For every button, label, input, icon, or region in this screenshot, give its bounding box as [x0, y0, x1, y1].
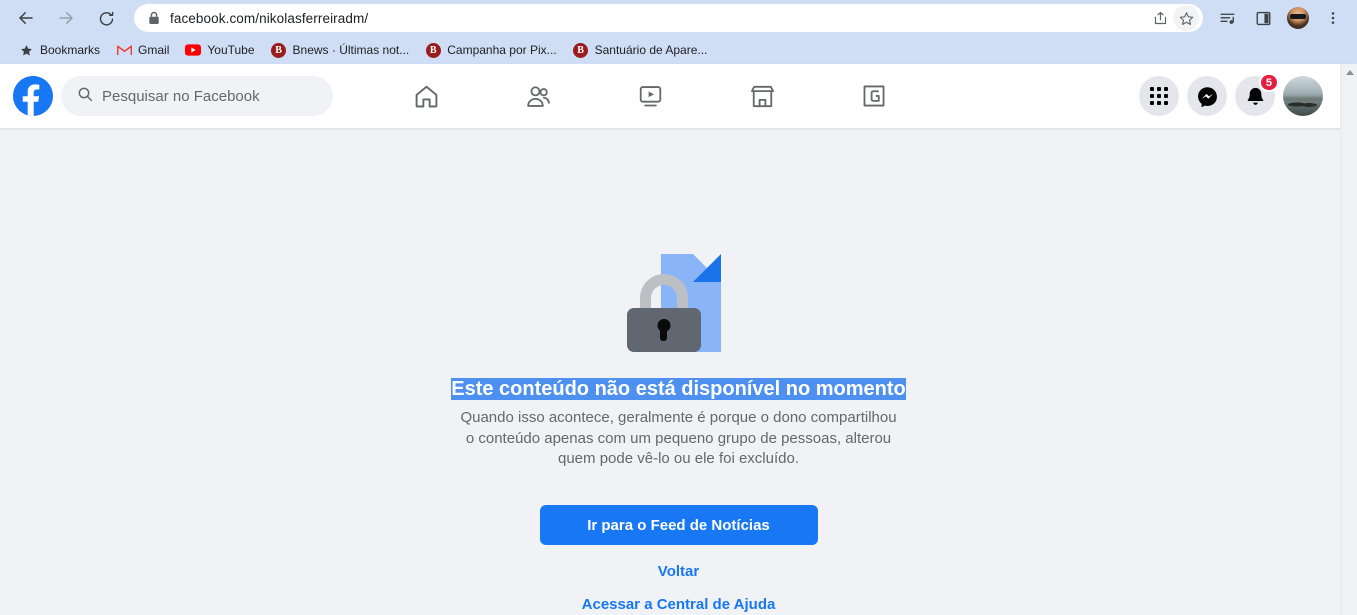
- go-to-news-feed-button[interactable]: Ir para o Feed de Notícias: [539, 505, 818, 546]
- url-text: facebook.com/nikolasferreiradm/: [170, 10, 369, 26]
- side-panel-button[interactable]: [1248, 3, 1278, 33]
- search-placeholder: Pesquisar no Facebook: [102, 87, 260, 105]
- lock-keyhole: [657, 319, 670, 332]
- forward-button[interactable]: [50, 2, 82, 34]
- notifications-button[interactable]: 5: [1235, 73, 1279, 116]
- chrome-profile-avatar[interactable]: [1287, 7, 1309, 29]
- bnews-icon: B: [425, 42, 441, 58]
- reload-button[interactable]: [90, 2, 122, 34]
- grid-menu-icon: [1150, 87, 1168, 105]
- bookmark-label: Bnews · Últimas not...: [292, 43, 410, 57]
- star-filled-icon: [18, 42, 34, 58]
- nav-marketplace[interactable]: [706, 68, 818, 124]
- unavailable-content-card: Este conteúdo não está disponível no mom…: [429, 128, 929, 615]
- browser-toolbar: facebook.com/nikolasferreiradm/: [0, 0, 1357, 36]
- page-title-wrap: Este conteúdo não está disponível no mom…: [429, 376, 929, 402]
- scrollbar-up-arrow[interactable]: [1341, 64, 1357, 81]
- side-panel-icon: [1256, 11, 1270, 25]
- lock-body: [626, 308, 701, 352]
- bookmark-item-gmail[interactable]: Gmail: [108, 39, 177, 61]
- star-icon[interactable]: [1173, 5, 1199, 31]
- bookmark-label: Santuário de Apare...: [594, 43, 708, 57]
- bookmark-item-bnews[interactable]: B Bnews · Últimas not...: [263, 39, 418, 61]
- header-right-group: 5: [1139, 73, 1323, 116]
- chevron-up-icon: [1345, 70, 1354, 75]
- bnews-icon: B: [573, 42, 589, 58]
- back-arrow-icon: [19, 12, 33, 24]
- lock-icon: [148, 11, 160, 25]
- messenger-button[interactable]: [1187, 76, 1227, 116]
- search-input[interactable]: Pesquisar no Facebook: [61, 76, 333, 116]
- reload-icon: [99, 11, 113, 25]
- bookmark-item-santuario[interactable]: B Santuário de Apare...: [565, 39, 716, 61]
- forward-arrow-icon: [59, 12, 73, 24]
- bookmark-label: YouTube: [207, 43, 255, 57]
- media-control-button[interactable]: [1212, 3, 1242, 33]
- video-play-icon: [639, 85, 661, 106]
- locked-document-icon: [626, 254, 731, 354]
- chrome-menu-button[interactable]: [1318, 3, 1348, 33]
- page-title: Este conteúdo não está disponível no mom…: [451, 378, 906, 400]
- share-icon[interactable]: [1147, 5, 1173, 31]
- three-dot-menu-icon: [1331, 12, 1335, 24]
- search-icon: [77, 86, 93, 107]
- bookmark-label: Campanha por Pix...: [447, 43, 557, 57]
- user-avatar[interactable]: [1283, 76, 1323, 116]
- page-scrollbar[interactable]: [1340, 64, 1357, 615]
- nav-gaming[interactable]: [818, 68, 930, 124]
- header-left-group: Pesquisar no Facebook: [13, 76, 333, 116]
- bookmarks-bar: Bookmarks Gmail YouTube B Bnews · Última…: [0, 36, 1357, 64]
- facebook-main-nav: [370, 68, 930, 124]
- home-icon: [415, 85, 437, 107]
- youtube-icon: [185, 42, 202, 58]
- facebook-header: Pesquisar no Facebook 5: [0, 64, 1357, 128]
- address-bar[interactable]: facebook.com/nikolasferreiradm/: [134, 4, 1203, 32]
- bookmark-label: Gmail: [138, 43, 170, 57]
- content-area: Este conteúdo não está disponível no mom…: [0, 128, 1357, 615]
- bnews-icon: B: [271, 42, 287, 58]
- nav-watch[interactable]: [594, 68, 706, 124]
- gaming-icon: [863, 85, 885, 107]
- nav-home[interactable]: [370, 68, 482, 124]
- notification-badge: 5: [1258, 73, 1279, 92]
- page-description: Quando isso acontece, geralmente é porqu…: [460, 409, 897, 467]
- facebook-logo[interactable]: [13, 76, 53, 116]
- back-link[interactable]: Voltar: [429, 563, 929, 580]
- document-fold: [692, 254, 721, 282]
- back-button[interactable]: [10, 2, 42, 34]
- gmail-icon: [116, 42, 132, 58]
- bookmark-item-bookmarks[interactable]: Bookmarks: [10, 39, 108, 61]
- bookmark-item-campanha[interactable]: B Campanha por Pix...: [417, 39, 564, 61]
- bookmark-item-youtube[interactable]: YouTube: [177, 39, 262, 61]
- menu-button[interactable]: [1139, 76, 1179, 116]
- friends-icon: [526, 85, 550, 107]
- media-control-icon: [1219, 13, 1235, 24]
- bookmark-label: Bookmarks: [40, 43, 101, 57]
- nav-friends[interactable]: [482, 68, 594, 124]
- storefront-icon: [750, 85, 774, 107]
- messenger-icon: [1197, 86, 1217, 107]
- help-center-link[interactable]: Acessar a Central de Ajuda: [429, 596, 929, 613]
- browser-chrome: facebook.com/nikolasferreiradm/ Bookmark…: [0, 0, 1357, 64]
